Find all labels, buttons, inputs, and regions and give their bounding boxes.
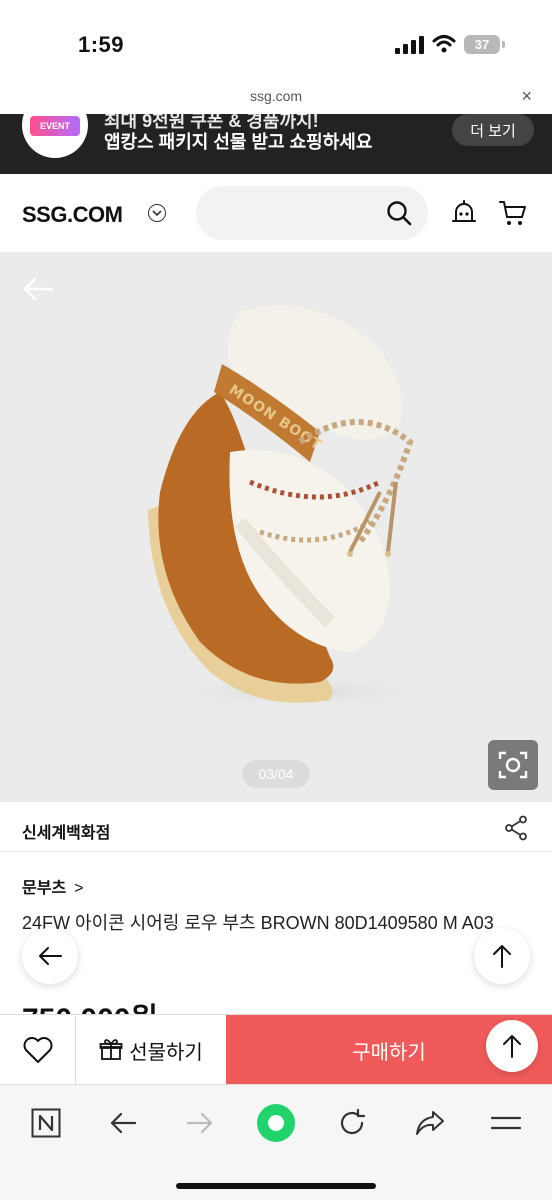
chevron-down-icon[interactable] [148, 204, 166, 222]
url-bar[interactable]: ssg.com × [0, 84, 552, 114]
battery-cap [502, 41, 505, 48]
cart-icon[interactable] [498, 199, 528, 227]
event-banner[interactable]: EVENT 최대 9천원 쿠폰 & 경품까지! 앱캉스 패키지 선물 받고 쇼핑… [0, 114, 552, 174]
url-close-icon[interactable]: × [521, 86, 532, 107]
menu-button[interactable] [486, 1103, 526, 1143]
battery-icon: 37 [464, 35, 500, 54]
site-header: SSG.COM [0, 174, 552, 252]
arrow-up-icon [503, 1035, 521, 1058]
arrow-right-icon [186, 1112, 213, 1134]
camera-scan-icon [498, 751, 528, 779]
browser-forward-button[interactable] [180, 1103, 220, 1143]
refresh-icon [340, 1109, 366, 1135]
browser-back-button[interactable] [103, 1103, 143, 1143]
share-icon[interactable] [504, 815, 528, 841]
arrow-left-icon [39, 947, 62, 965]
gift-button[interactable]: 선물하기 [76, 1015, 226, 1085]
green-dot-icon [257, 1104, 295, 1142]
robot-alert-icon[interactable] [450, 199, 478, 227]
history-back-button[interactable] [22, 928, 78, 984]
green-dot-button[interactable] [256, 1103, 296, 1143]
status-time: 1:59 [78, 32, 125, 57]
share-arrow-icon [416, 1111, 444, 1135]
lens-search-button[interactable] [488, 740, 538, 790]
naver-home-button[interactable] [26, 1103, 66, 1143]
wishlist-button[interactable] [0, 1015, 76, 1085]
product-image-gallery[interactable]: MOON BOOT 03/04 [0, 252, 552, 802]
heart-icon [23, 1037, 52, 1063]
gift-label: 선물하기 [129, 1041, 203, 1064]
event-more-button[interactable]: 더 보기 [452, 114, 534, 146]
store-row: 신세계백화점 [0, 802, 552, 852]
naver-n-icon [31, 1108, 61, 1138]
signal-icon [395, 36, 424, 54]
arrow-up-icon [493, 945, 511, 968]
status-bar: 1:59 37 [0, 0, 552, 84]
brand-name[interactable]: 문부츠 [22, 880, 66, 897]
hamburger-menu-icon [491, 1116, 521, 1130]
page-indicator: 03/04 [242, 760, 310, 788]
refresh-button[interactable] [332, 1103, 372, 1143]
chevron-right-icon[interactable]: > [74, 880, 83, 897]
share-page-button[interactable] [410, 1103, 450, 1143]
purchase-action-bar: 선물하기 구매하기 [0, 1014, 552, 1085]
event-ticket-icon: EVENT [30, 116, 80, 136]
ssg-logo[interactable]: SSG.COM [22, 202, 123, 228]
store-name[interactable]: 신세계백화점 [22, 819, 110, 843]
search-icon[interactable] [386, 200, 412, 226]
event-subline: 앱캉스 패키지 선물 받고 쇼핑하세요 [104, 132, 373, 152]
floating-top-button[interactable] [486, 1020, 538, 1072]
search-input[interactable] [196, 186, 428, 240]
wifi-icon [432, 35, 456, 53]
browser-toolbar [0, 1084, 552, 1200]
gift-icon [99, 1039, 123, 1060]
scroll-top-button[interactable] [474, 928, 530, 984]
brand-link[interactable]: 문부츠 > [22, 874, 84, 898]
home-indicator[interactable] [176, 1183, 376, 1189]
product-title: 24FW 아이콘 시어링 로우 부츠 BROWN 80D1409580 M A0… [22, 913, 494, 933]
boot-product-image: MOON BOOT [148, 305, 450, 710]
arrow-left-icon [110, 1112, 137, 1134]
url-domain[interactable]: ssg.com [0, 88, 552, 104]
